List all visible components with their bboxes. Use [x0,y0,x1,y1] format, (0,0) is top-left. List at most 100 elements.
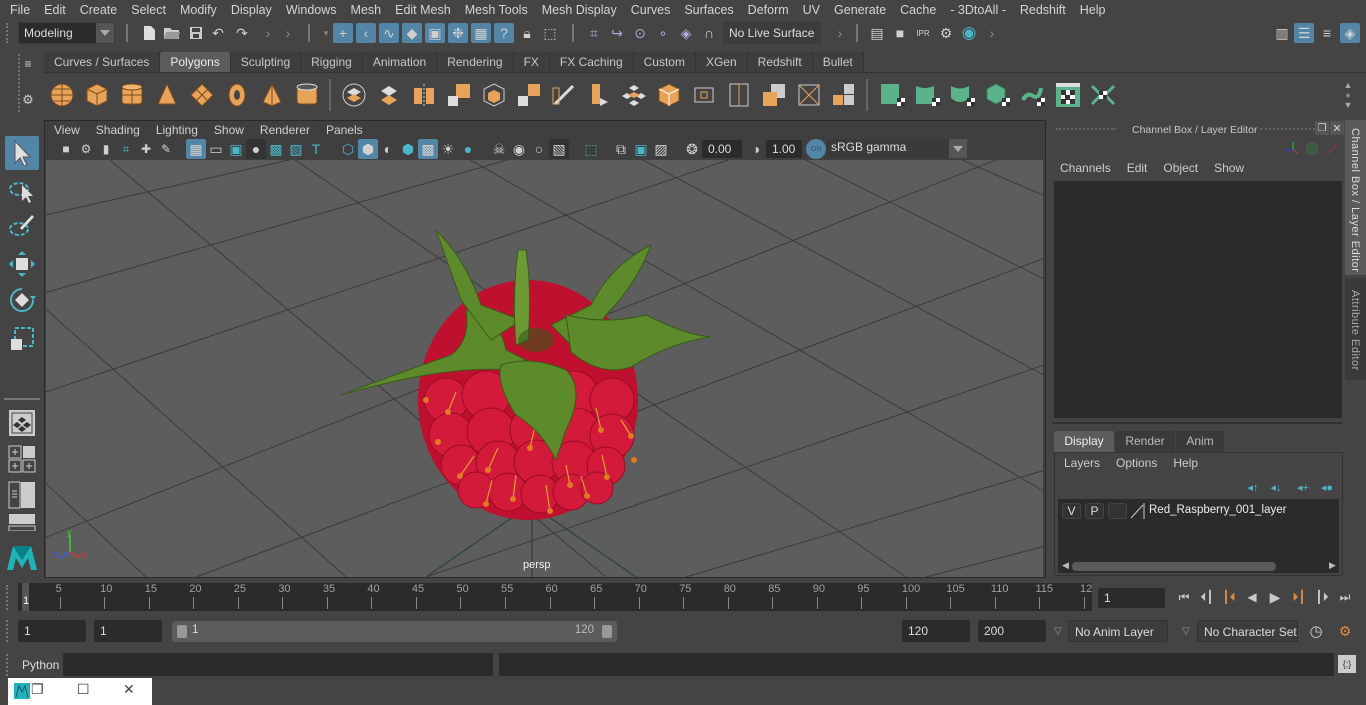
status-line-grip[interactable] [6,23,10,43]
exposure-field[interactable]: 0.00 [702,140,742,158]
layer-tab-render[interactable]: Render [1115,431,1175,452]
select-highlight-icon[interactable]: ⬚ [540,23,560,43]
new-layer-icon[interactable]: ◂+ [1293,477,1313,497]
four-view-layout-button[interactable] [5,442,39,476]
layer-playback-toggle[interactable]: P [1085,503,1104,519]
menu-file[interactable]: File [3,0,37,20]
attribute-editor-toggle-icon[interactable]: ☰ [1294,23,1314,43]
character-set-dropdown[interactable]: No Character Set [1197,620,1298,642]
render-settings-icon[interactable]: ⚙ [936,23,956,43]
film-gate-icon[interactable]: ▭ [206,139,226,159]
gate-mask-icon[interactable]: ● [246,139,266,159]
resolution-gate-icon[interactable]: ▣ [226,139,246,159]
scroll-thumb[interactable] [1072,562,1276,571]
connect-icon[interactable] [691,82,717,108]
merge-icon[interactable] [796,82,822,108]
tool-settings-icon[interactable]: ≡ [1317,23,1337,43]
bridge-icon[interactable] [551,82,577,108]
field-chart-icon[interactable]: ▩ [266,139,286,159]
manipulator-axes-icon[interactable] [1286,142,1299,155]
smooth-icon[interactable] [446,82,472,108]
menu-mesh[interactable]: Mesh [344,0,389,20]
viewport-menu-lighting[interactable]: Lighting [148,121,206,139]
gamma-icon[interactable]: ◑ [746,139,766,159]
menu-mesh-tools[interactable]: Mesh Tools [458,0,535,20]
minimized-window-bar[interactable]: ❐ ☐ ✕ [8,678,152,705]
automatic-uv-icon[interactable] [880,82,906,108]
lock-icon[interactable]: 🔒︎ [517,23,537,43]
single-perspective-layout-button[interactable] [5,406,39,440]
xray-joints-icon[interactable]: ⧉ [611,139,631,159]
poly-pyramid-icon[interactable] [259,82,285,108]
xray-active-components-icon[interactable]: ▣ [631,139,651,159]
live-surface-field[interactable]: No Live Surface [723,22,821,44]
animation-preferences-icon[interactable]: ⚙ [1335,621,1355,641]
menu-generate[interactable]: Generate [827,0,893,20]
combine-icon[interactable] [341,82,367,108]
step-back-frame-button[interactable]: ⏴┃ [1198,589,1216,605]
wireframe-on-shaded-icon[interactable]: ◐ [378,139,398,159]
channel-list[interactable] [1054,181,1342,418]
keyed-attribute-icon[interactable] [1305,142,1319,156]
viewport-menu-show[interactable]: Show [206,121,252,139]
script-editor-icon[interactable]: {;} [1338,655,1356,673]
range-end-handle[interactable] [602,625,612,638]
make-live-icon[interactable]: ∩ [699,23,719,43]
poly-cylinder-icon[interactable] [119,82,145,108]
select-camera-icon[interactable]: ■ [56,139,76,159]
menu-windows[interactable]: Windows [279,0,344,20]
channel-object-menu[interactable]: Object [1155,161,1206,175]
hypershade-icon[interactable]: ◉ [959,23,979,43]
side-tab-attribute-editor[interactable]: Attribute Editor [1345,278,1366,380]
range-slider-grip[interactable] [6,620,10,642]
layer-visibility-toggle[interactable]: V [1062,503,1081,519]
move-tool[interactable] [5,247,39,281]
layer-tab-anim[interactable]: Anim [1176,431,1224,452]
float-panel-icon[interactable]: ❐ [1315,121,1329,135]
menu-create[interactable]: Create [73,0,125,20]
shelf-scroll-down-icon[interactable]: ▼ [1342,95,1354,115]
color-management-toggle[interactable]: ON [806,139,826,159]
shelf-tab-custom[interactable]: Custom [633,52,696,72]
average-vertices-icon[interactable] [516,82,542,108]
unfold-uv-icon[interactable] [1020,82,1046,108]
snap-to-curve-icon[interactable]: ↪ [607,23,627,43]
range-start-handle[interactable] [177,625,187,638]
textured-icon[interactable]: ▩ [418,139,438,159]
shelf-tab-rigging[interactable]: Rigging [301,52,363,72]
viewport-scene[interactable]: y z x persp [46,160,1043,577]
paint-select-tool[interactable] [5,209,39,243]
scroll-left-icon[interactable]: ◀ [1062,560,1069,571]
go-to-end-button[interactable]: ⏭ [1336,589,1354,605]
menu-edit[interactable]: Edit [37,0,73,20]
menuset-dropdown[interactable]: Modeling [18,22,115,44]
auto-key-icon[interactable]: ◷ [1306,621,1326,641]
menu-modify[interactable]: Modify [173,0,224,20]
panel-grip[interactable] [1260,128,1315,130]
move-layer-down-icon[interactable]: ◂↓ [1266,477,1286,497]
lasso-select-tool[interactable] [5,174,39,208]
menu-cache[interactable]: Cache [893,0,943,20]
uv-snapshot-icon[interactable] [1090,82,1116,108]
layer-display-type-toggle[interactable] [1108,503,1127,519]
safe-title-icon[interactable]: T [306,139,326,159]
shelf-tab-bullet[interactable]: Bullet [812,52,864,72]
viewport-menu-panels[interactable]: Panels [318,121,371,139]
use-all-lights-icon[interactable]: ☀ [438,139,458,159]
wireframe-icon[interactable]: ⬡ [338,139,358,159]
time-slider-grip[interactable] [6,585,10,610]
boolean-icon[interactable] [481,82,507,108]
target-weld-icon[interactable] [656,82,682,108]
shelf-settings-gear-icon[interactable]: ⚙ [18,90,38,110]
command-line-grip[interactable] [6,654,10,676]
extract-icon[interactable] [411,82,437,108]
poly-cone-icon[interactable] [154,82,180,108]
two-d-pan-zoom-icon[interactable]: ✚ [136,139,156,159]
layer-color-swatch-icon[interactable] [1129,502,1145,520]
select-by-diamond-icon[interactable]: ◆ [402,23,422,43]
fill-hole-icon[interactable] [831,82,857,108]
bookmark-icon[interactable]: ▮ [96,139,116,159]
playback-end-field[interactable]: 120 [902,620,970,642]
scale-tool[interactable] [5,322,39,356]
collapse-arrow-icon[interactable]: › [278,23,298,43]
